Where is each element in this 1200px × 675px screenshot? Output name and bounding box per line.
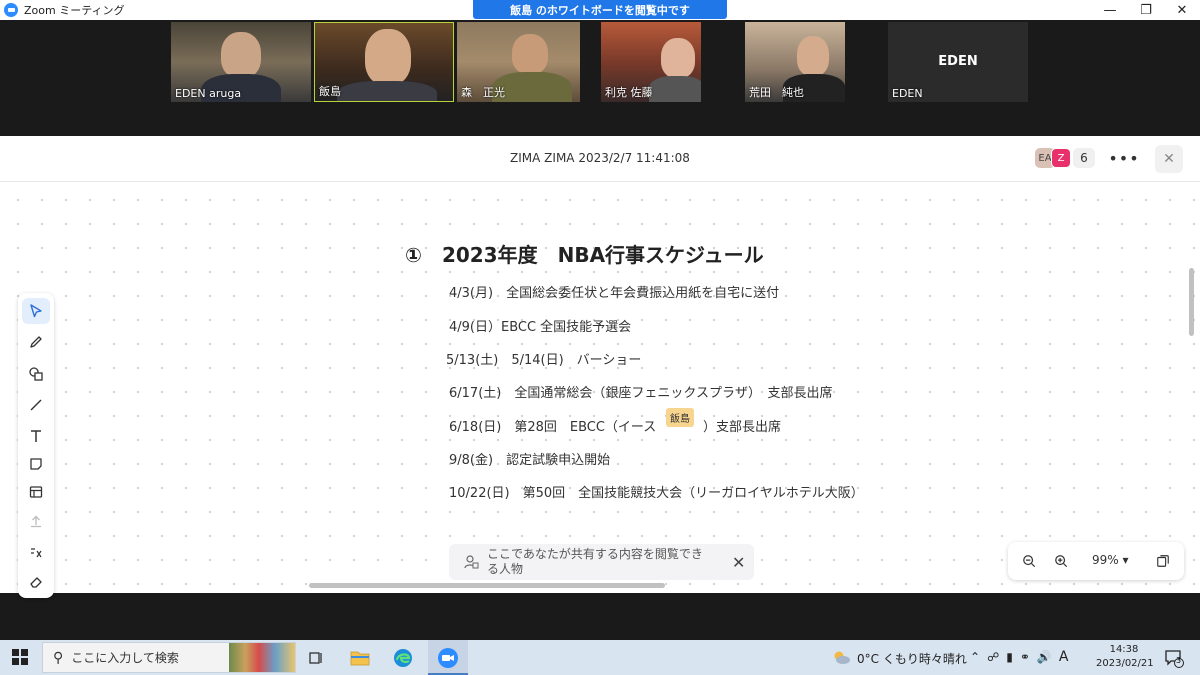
whiteboard-header: ZIMA ZIMA 2023/2/7 11:41:08 EA Z 6 ••• ✕ [0,136,1200,182]
fit-to-screen-icon[interactable] [1154,552,1172,570]
zoom-control: 99% ▾ [1008,542,1184,580]
battery-icon[interactable]: ▮ [1006,650,1013,664]
schedule-heading: ① 2023年度 NBA行事スケジュール [405,239,764,268]
taskbar-search-input[interactable]: ⚲ ここに入力して検索 [42,642,296,673]
volume-icon[interactable]: 🔊 [1037,650,1052,664]
zoom-in-icon[interactable] [1052,552,1070,570]
wifi-icon[interactable]: ⚭ [1020,650,1030,664]
text-tool-icon[interactable] [22,423,50,449]
user-lock-icon [463,554,479,574]
viewing-banner[interactable]: 飯島 のホワイトボードを閲覧中です [473,0,727,19]
schedule-line: 4/3(月) 全国総会委任状と年会費振込用紙を自宅に送付 [449,286,780,301]
line-tool-icon[interactable] [22,392,50,418]
restore-icon[interactable]: ❐ [1128,0,1164,20]
schedule-line-continued: ）支部長出席 [703,420,782,435]
whiteboard-toolbar [18,293,54,598]
zoom-out-icon[interactable] [1020,552,1038,570]
participant-name: 利克 佐藤 [605,86,653,99]
notification-center-icon[interactable]: 3 [1164,648,1184,672]
avatar[interactable]: Z [1051,148,1071,168]
connector-tool-icon[interactable] [22,540,50,566]
window-titlebar: Zoom ミーティング 飯島 のホワイトボードを閲覧中です — ❐ ✕ [0,0,1200,20]
video-tile[interactable]: 荒田 純也 [745,22,845,102]
participant-name: 飯島 [319,85,341,98]
schedule-line: 4/9(日）EBCC 全国技能予選会 [449,320,632,335]
windows-start-icon[interactable] [12,649,28,669]
schedule-line: 6/17(土) 全国通常総会（銀座フェニックスプラザ） 支部長出席 [449,386,833,401]
window-title: Zoom ミーティング [24,4,125,17]
participant-name: EDEN aruga [175,87,242,100]
participant-name: EDEN [892,87,923,100]
search-highlight-image [229,643,295,672]
select-tool-icon[interactable] [22,298,50,324]
horizontal-scrollbar[interactable] [309,583,665,588]
video-tile[interactable]: 森 正光 [457,22,580,102]
vertical-scrollbar[interactable] [1189,268,1194,336]
zoom-taskbar-icon[interactable] [436,646,460,670]
template-tool-icon[interactable] [22,479,50,505]
whiteboard-title: ZIMA ZIMA 2023/2/7 11:41:08 [510,151,690,165]
schedule-line: 6/18(日) 第28回 EBCC（イース [449,420,657,435]
video-strip: EDEN aruga 飯島 森 正光 利克 佐藤 荒田 純也 EDEN EDEN [0,20,1200,136]
zoom-level-dropdown[interactable]: 99% ▾ [1092,553,1129,567]
sticky-note-icon[interactable] [22,451,50,477]
meet-now-icon[interactable]: ☍ [987,650,999,664]
share-visibility-tooltip: ここであなたが共有する内容を閲覧できる人物 ✕ [449,544,754,580]
heading-text: 2023年度 NBA行事スケジュール [441,243,764,267]
participant-name: 荒田 純也 [749,86,804,99]
more-options-icon[interactable]: ••• [1108,148,1138,168]
weather-cloud-sun-icon [831,649,851,668]
close-icon[interactable]: ✕ [732,553,745,572]
windows-taskbar: ⚲ ここに入力して検索 0°C くもり時々晴れ ⌃ ☍ ▮ ⚭ 🔊 A 14:3… [0,640,1200,675]
video-tile[interactable]: 利克 佐藤 [601,22,701,102]
participant-avatar-label: EDEN [938,54,978,69]
notification-count: 3 [1176,656,1182,665]
schedule-line: 9/8(金) 認定試験申込開始 [449,453,611,468]
weather-widget[interactable]: 0°C くもり時々晴れ [831,649,967,668]
tooltip-text: ここであなたが共有する内容を閲覧できる人物 [487,547,703,576]
system-tray: ⌃ ☍ ▮ ⚭ 🔊 A [970,649,1068,665]
video-tile[interactable]: EDEN aruga [171,22,311,102]
close-window-icon[interactable]: ✕ [1164,0,1200,20]
eraser-icon[interactable] [22,569,50,595]
taskbar-clock[interactable]: 14:38 2023/02/21 [1096,643,1154,671]
video-tile-active-speaker[interactable]: 飯島 [314,22,454,102]
task-view-icon[interactable] [304,646,328,670]
upload-icon[interactable] [22,508,50,534]
pen-tool-icon[interactable] [22,329,50,355]
shapes-tool-icon[interactable] [22,361,50,387]
schedule-line: 5/13(土) 5/14(日) バーショー [446,353,642,368]
video-tile-no-video[interactable]: EDEN EDEN [888,22,1028,102]
schedule-line: 10/22(日) 第50回 全国技能競技大会（リーガロイヤルホテル大阪） [449,486,864,501]
collaborator-avatars[interactable]: EA Z 6 [1035,148,1095,168]
participant-name: 森 正光 [461,86,505,99]
search-icon: ⚲ [53,649,64,666]
minimize-icon[interactable]: — [1092,0,1128,20]
participant-count-badge[interactable]: 6 [1073,148,1095,168]
remote-cursor-label: 飯島 [666,408,694,427]
whiteboard-canvas[interactable]: ① 2023年度 NBA行事スケジュール 4/3(月) 全国総会委任状と年会費振込… [0,182,1200,593]
heading-number: ① [405,243,422,267]
chevron-up-icon[interactable]: ⌃ [970,650,980,664]
file-explorer-icon[interactable] [348,646,372,670]
edge-browser-icon[interactable] [391,646,415,670]
close-whiteboard-button[interactable]: ✕ [1155,145,1183,173]
zoom-app-icon [4,3,18,17]
ime-indicator[interactable]: A [1059,649,1069,665]
